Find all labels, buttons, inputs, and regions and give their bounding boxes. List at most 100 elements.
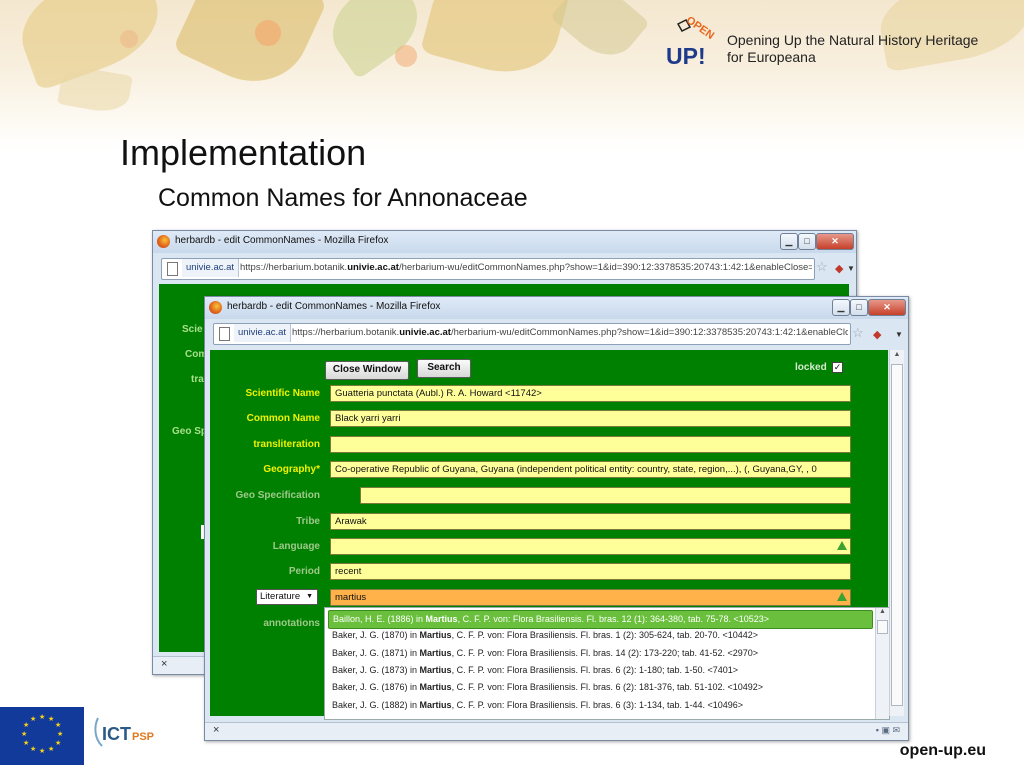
- front-window-titlebar[interactable]: herbardb - edit CommonNames - Mozilla Fi…: [205, 297, 908, 319]
- label-period: Period: [288, 566, 320, 577]
- suggestion-item[interactable]: Baker, J. G. (1871) in Martius, C. F. P.…: [328, 645, 873, 662]
- dropdown-scrollbar[interactable]: ▲: [875, 608, 889, 719]
- maximize-button[interactable]: □: [798, 233, 816, 250]
- front-status-bar: × ▪ ▣ ✉: [205, 722, 908, 740]
- slide-title: Implementation: [120, 132, 367, 173]
- header-decoration: [0, 0, 1024, 150]
- suggestion-item[interactable]: Baker, J. G. (1876) in Martius, C. F. P.…: [328, 679, 873, 696]
- suggestion-citation: , C. F. P. von: Flora Brasiliensis. Fl. …: [451, 630, 759, 641]
- period-field[interactable]: recent: [330, 563, 851, 580]
- front-window-title: herbardb - edit CommonNames - Mozilla Fi…: [227, 301, 441, 312]
- svg-text:★: ★: [55, 739, 61, 747]
- back-label-transliteration: tra: [191, 374, 204, 385]
- label-common-name: Common Name: [246, 413, 320, 424]
- label-tribe: Tribe: [296, 516, 320, 527]
- page-scrollbar[interactable]: ▲: [889, 350, 904, 716]
- back-address-bar[interactable]: univie.ac.at https://herbarium.botanik.u…: [161, 258, 815, 280]
- url-prefix: https://herbarium.botanik.: [240, 262, 348, 273]
- search-button[interactable]: Search: [417, 359, 471, 378]
- scroll-up-arrow[interactable]: ▲: [890, 351, 904, 358]
- geo-specification-field[interactable]: [360, 487, 851, 504]
- front-address-bar[interactable]: univie.ac.at https://herbarium.botanik.u…: [213, 323, 851, 345]
- svg-text:★: ★: [48, 745, 54, 753]
- suggestion-match: Martius: [419, 630, 452, 641]
- suggestion-item[interactable]: Baillon, H. E. (1886) in Martius, C. F. …: [328, 610, 873, 629]
- suggestion-author: Baker, J. G. (1870) in: [332, 630, 420, 641]
- suggestion-item[interactable]: Baker, J. G. (1873) in Martius, C. F. P.…: [328, 662, 873, 679]
- transliteration-field[interactable]: [330, 436, 851, 453]
- suggestion-item[interactable]: Baker, J. G. (1870) in Martius, C. F. P.…: [328, 627, 873, 644]
- url-text: https://herbarium.botanik.univie.ac.at/h…: [240, 259, 812, 277]
- slide-subtitle: Common Names for Annonaceae: [158, 184, 528, 212]
- ict-text: ICT: [102, 724, 131, 744]
- warning-icon: [837, 541, 847, 550]
- page-icon: [219, 327, 230, 341]
- chevron-down-icon: ▼: [306, 593, 313, 600]
- minimize-button[interactable]: ▁: [832, 299, 850, 316]
- label-transliteration: transliteration: [253, 439, 320, 450]
- maximize-button[interactable]: □: [850, 299, 868, 316]
- close-icon[interactable]: ×: [213, 724, 219, 736]
- logo-up-text: UP!: [666, 43, 706, 69]
- svg-text:★: ★: [55, 721, 61, 729]
- suggestion-author: Baker, J. G. (1882) in: [332, 699, 420, 710]
- addon-icon[interactable]: ◆: [835, 262, 843, 275]
- url-domain: univie.ac.at: [347, 262, 399, 273]
- suggestion-match: Martius: [419, 682, 452, 693]
- scroll-up-arrow[interactable]: ▲: [876, 608, 889, 615]
- literature-value: martius: [335, 592, 367, 603]
- tribe-field[interactable]: Arawak: [330, 513, 851, 530]
- flower-decoration: [120, 30, 138, 48]
- back-window-titlebar[interactable]: herbardb - edit CommonNames - Mozilla Fi…: [153, 231, 856, 253]
- openup-logo: OPEN UP!: [666, 14, 716, 69]
- language-field[interactable]: [330, 538, 851, 555]
- locked-checkbox[interactable]: ✓: [832, 362, 843, 373]
- url-suffix: /herbarium-wu/editCommonNames.php?show=1…: [450, 327, 848, 338]
- literature-select[interactable]: Literature ▼: [256, 589, 318, 605]
- tagline-line1: Opening Up the Natural History Heritage: [727, 32, 979, 48]
- suggestion-match: Martius: [419, 699, 452, 710]
- scroll-thumb[interactable]: [891, 364, 903, 706]
- close-button[interactable]: ✕: [816, 233, 854, 250]
- ict-psp-logo: ICT PSP: [94, 717, 154, 747]
- warning-icon: [837, 592, 847, 601]
- suggestion-citation: , C. F. P. von: Flora Brasiliensis. Fl. …: [451, 664, 739, 675]
- site-identity[interactable]: univie.ac.at: [234, 324, 292, 342]
- firefox-icon: [209, 301, 222, 314]
- close-icon[interactable]: ×: [161, 658, 167, 670]
- chevron-down-icon[interactable]: ▼: [895, 330, 903, 339]
- footer-url[interactable]: open-up.eu: [900, 742, 986, 760]
- suggestion-match: Martius: [425, 614, 458, 624]
- minimize-button[interactable]: ▁: [780, 233, 798, 250]
- svg-text:★: ★: [23, 739, 29, 747]
- label-language: Language: [272, 541, 320, 552]
- close-button[interactable]: ✕: [868, 299, 906, 316]
- common-name-field[interactable]: Black yarri yarri: [330, 410, 851, 427]
- site-identity[interactable]: univie.ac.at: [182, 259, 240, 277]
- flower-decoration: [395, 45, 417, 67]
- literature-select-value: Literature: [260, 591, 301, 602]
- geography-field[interactable]: Co-operative Republic of Guyana, Guyana …: [330, 461, 851, 478]
- close-window-button[interactable]: Close Window: [325, 361, 409, 380]
- chevron-down-icon[interactable]: ▼: [847, 264, 855, 273]
- svg-text:★: ★: [21, 730, 27, 738]
- literature-field[interactable]: martius: [330, 589, 851, 606]
- url-text: https://herbarium.botanik.univie.ac.at/h…: [292, 324, 848, 342]
- svg-text:★: ★: [39, 747, 45, 755]
- scientific-name-field[interactable]: Guatteria punctata (Aubl.) R. A. Howard …: [330, 385, 851, 402]
- bookmark-star-icon[interactable]: ☆: [852, 325, 864, 341]
- suggestion-item[interactable]: Baker, J. G. (1882) in Martius, C. F. P.…: [328, 697, 873, 714]
- suggestion-match: Martius: [419, 647, 452, 658]
- addon-icon[interactable]: ◆: [873, 328, 881, 341]
- label-annotations: annotations: [263, 618, 320, 629]
- tagline-line2: for Europeana: [727, 49, 816, 65]
- url-prefix: https://herbarium.botanik.: [292, 327, 400, 338]
- scroll-thumb[interactable]: [877, 620, 888, 634]
- url-domain: univie.ac.at: [399, 327, 451, 338]
- front-browser-window[interactable]: herbardb - edit CommonNames - Mozilla Fi…: [204, 296, 909, 741]
- literature-suggestions[interactable]: Baillon, H. E. (1886) in Martius, C. F. …: [324, 607, 890, 720]
- page-icon: [167, 262, 178, 276]
- bookmark-star-icon[interactable]: ☆: [816, 259, 828, 275]
- suggestion-citation: , C. F. P. von: Flora Brasiliensis. Fl. …: [451, 682, 764, 693]
- suggestion-author: Baker, J. G. (1871) in: [332, 647, 420, 658]
